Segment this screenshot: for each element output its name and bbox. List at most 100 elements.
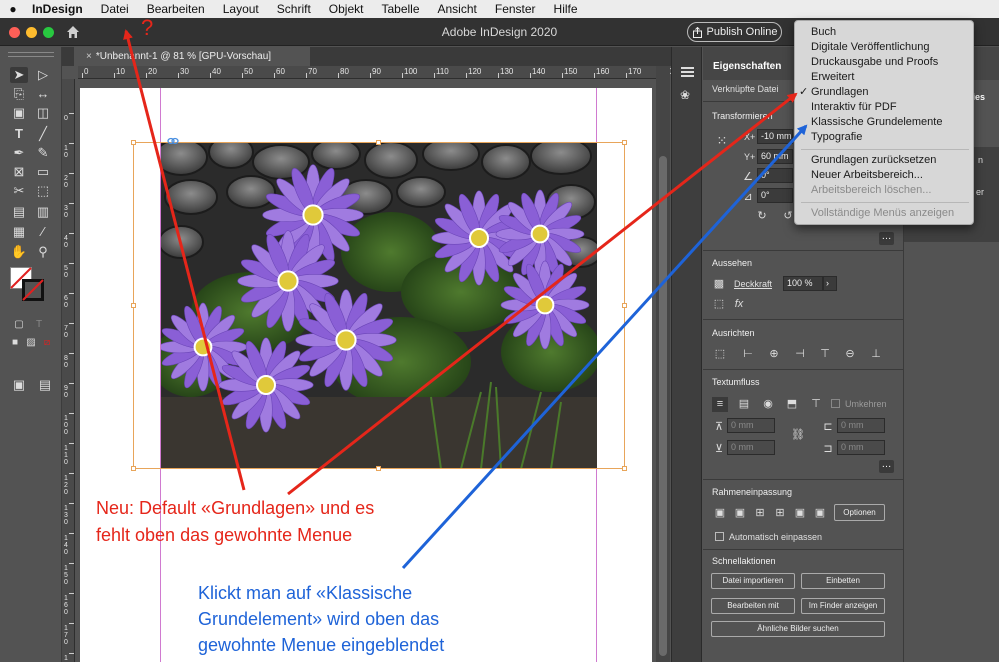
free-transform-tool-icon[interactable]: ⬚ [34, 183, 52, 199]
close-tab-icon[interactable]: × [86, 51, 92, 62]
align-left-icon[interactable]: ⊢ [741, 348, 755, 360]
screen-mode-icon[interactable]: ▣ [10, 377, 28, 393]
menu-ansicht[interactable]: Ansicht [429, 2, 486, 16]
menu-fenster[interactable]: Fenster [486, 2, 545, 16]
cc-libraries-icon[interactable]: ❀ [680, 89, 695, 101]
wrap-bounding-box-icon[interactable]: ▤ [737, 398, 751, 410]
page-tool-icon[interactable]: ⎘ [10, 86, 28, 102]
reference-point-icon[interactable]: ⁙ [715, 134, 729, 147]
frame-handle-br[interactable] [622, 466, 627, 471]
workspace-item-6[interactable]: Klassische Grundelemente [795, 115, 975, 130]
menu-tabelle[interactable]: Tabelle [372, 2, 428, 16]
workspace-item-3[interactable]: Erweitert [795, 70, 975, 85]
vertical-ruler[interactable]: 0 10 20 30 40 50 60 70 80 90 100 110 120 130 140 150 160… [62, 79, 75, 662]
format-container-icon[interactable]: ▢ [10, 317, 28, 333]
align-top-icon[interactable]: ⊤ [818, 348, 832, 360]
note-tool-icon[interactable]: ▦ [10, 224, 28, 240]
canvas-scrollbar[interactable] [656, 66, 670, 662]
workspace-item-4[interactable]: ✓ Grundlagen [795, 85, 975, 100]
opacity-dropdown[interactable]: › [823, 276, 837, 291]
selection-tool-icon[interactable]: ➤ [10, 67, 28, 83]
publish-online-button[interactable]: Publish Online [687, 22, 782, 42]
rectangle-frame-icon[interactable]: ⊠ [10, 164, 28, 180]
align-selection-icon[interactable]: ⬚ [713, 348, 727, 360]
frame-handle-bl[interactable] [131, 466, 136, 471]
x-position-field[interactable]: -10 mm [757, 129, 793, 144]
workspace-action-1[interactable]: Neuer Arbeitsbereich... [795, 168, 975, 183]
edit-with-button[interactable]: Bearbeiten mit [711, 598, 795, 614]
workspace-item-1[interactable]: Digitale Veröffentlichung [795, 40, 975, 55]
fx-icon[interactable]: fx [732, 298, 746, 310]
text-wrap-more-button[interactable]: … [879, 460, 894, 473]
workspace-item-0[interactable]: Buch [795, 25, 975, 40]
frame-handle-l[interactable] [131, 303, 136, 308]
bottom-offset-field[interactable]: 0 mm [727, 440, 775, 455]
frame-handle-r[interactable] [622, 303, 627, 308]
content-placer-icon[interactable]: ◫ [34, 105, 52, 121]
fit-frame-to-content-icon[interactable]: ⊞ [753, 507, 767, 519]
gap-tool-icon[interactable]: ↔ [34, 86, 52, 102]
align-vcenter-icon[interactable]: ⊖ [843, 348, 857, 360]
home-icon[interactable] [65, 24, 81, 40]
format-text-icon[interactable]: T [30, 317, 48, 333]
jump-next-column-icon[interactable]: ⊤ [809, 398, 823, 410]
frame-handle-b[interactable] [376, 466, 381, 471]
scissors-tool-icon[interactable]: ✂ [10, 183, 28, 199]
gradient-feather-tool-icon[interactable]: ▥ [34, 204, 52, 220]
workspace-item-2[interactable]: Druckausgabe und Proofs [795, 55, 975, 70]
jump-object-icon[interactable]: ⬒ [785, 398, 799, 410]
rectangle-tool-icon[interactable]: ▭ [34, 164, 52, 180]
chain-link-icon[interactable]: ⛓ [791, 429, 805, 441]
minimize-window-button[interactable] [26, 27, 37, 38]
wrap-none-icon[interactable]: ≡ [712, 397, 728, 412]
align-bottom-icon[interactable]: ⊥ [869, 348, 883, 360]
hand-tool-icon[interactable]: ✋ [10, 244, 28, 260]
link-icon[interactable] [167, 137, 179, 145]
frame-handle-tr[interactable] [622, 140, 627, 145]
opacity-field[interactable]: 100 % [783, 276, 823, 291]
content-aware-fit-icon[interactable]: ▣ [813, 507, 827, 519]
workspace-action-0[interactable]: Grundlagen zurücksetzen [795, 153, 975, 168]
menu-datei[interactable]: Datei [92, 2, 138, 16]
invert-checkbox[interactable] [831, 399, 840, 408]
align-right-icon[interactable]: ⊣ [793, 348, 807, 360]
fill-stroke-icon[interactable] [10, 267, 50, 307]
direct-selection-tool-icon[interactable]: ▷ [34, 67, 52, 83]
fit-content-to-frame-icon[interactable]: ⊞ [773, 507, 787, 519]
stroke-style-icon[interactable]: ⬚ [712, 298, 726, 310]
menu-layout[interactable]: Layout [214, 2, 268, 16]
fit-content-proportionally-icon[interactable]: ▣ [733, 507, 747, 519]
right-offset-field[interactable]: 0 mm [837, 440, 885, 455]
rotate-ccw-icon[interactable]: ↺ [781, 210, 795, 222]
reveal-in-finder-button[interactable]: Im Finder anzeigen [801, 598, 885, 614]
gradient-swatch-tool-icon[interactable]: ▤ [10, 204, 28, 220]
document-canvas[interactable] [75, 79, 670, 662]
y-position-field[interactable]: 60 mm [757, 149, 793, 164]
menu-app[interactable]: InDesign [26, 2, 92, 16]
pen-tool-icon[interactable]: ✒ [10, 145, 28, 161]
menu-schrift[interactable]: Schrift [268, 2, 320, 16]
pencil-tool-icon[interactable]: ✎ [34, 145, 52, 161]
line-tool-icon[interactable]: ╱ [34, 126, 52, 142]
tools-grip[interactable] [8, 52, 54, 57]
align-hcenter-icon[interactable]: ⊕ [767, 348, 781, 360]
workspace-item-5[interactable]: Interaktiv für PDF [795, 100, 975, 115]
rotate-field[interactable]: 0° [757, 168, 793, 183]
scrollbar-thumb[interactable] [659, 156, 667, 656]
frame-handle-t[interactable] [376, 140, 381, 145]
content-collector-icon[interactable]: ▣ [10, 105, 28, 121]
rotate-cw-icon[interactable]: ↻ [755, 210, 769, 222]
apply-none-icon[interactable]: ⧄ [38, 335, 56, 351]
document-tab[interactable]: × *Unbenannt-1 @ 81 % [GPU-Vorschau] [74, 47, 310, 66]
type-tool-icon[interactable]: T [10, 126, 28, 142]
auto-fit-checkbox[interactable] [715, 532, 724, 541]
image-frame-bounds[interactable] [133, 142, 625, 469]
menu-objekt[interactable]: Objekt [320, 2, 373, 16]
menu-hilfe[interactable]: Hilfe [545, 2, 587, 16]
properties-panel-icon[interactable] [681, 67, 694, 69]
shear-field[interactable]: 0° [757, 188, 793, 203]
zoom-tool-icon[interactable]: ⚲ [34, 244, 52, 260]
left-offset-field[interactable]: 0 mm [837, 418, 885, 433]
transform-more-button[interactable]: … [879, 232, 894, 245]
wrap-object-shape-icon[interactable]: ◉ [761, 398, 775, 410]
